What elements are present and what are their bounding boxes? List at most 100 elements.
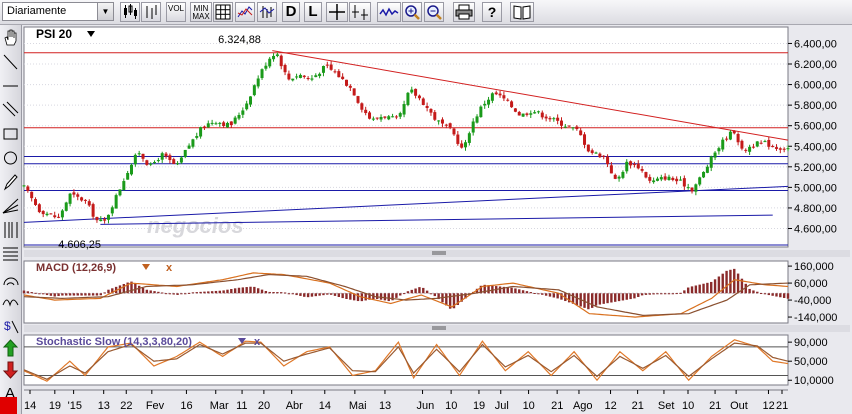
cycle-tool-button[interactable] xyxy=(1,291,20,313)
minmax-button[interactable]: MIN MAX xyxy=(190,2,212,22)
period-select[interactable]: Diariamente ▼ xyxy=(2,2,114,21)
macd-histogram-bar xyxy=(552,293,556,298)
macd-histogram-bar xyxy=(264,290,268,294)
candle-body xyxy=(679,179,683,181)
candle-body xyxy=(556,117,560,121)
macd-histogram-bar xyxy=(663,293,667,295)
candle-body xyxy=(402,104,406,115)
indicator-button[interactable] xyxy=(257,2,277,22)
x-axis-tick-label: 21 xyxy=(776,400,788,412)
red-down-arrow-icon xyxy=(2,361,19,379)
candle xyxy=(510,100,514,108)
candle-body xyxy=(49,213,53,215)
macd-histogram-bar xyxy=(633,293,636,299)
zoom-out-button[interactable] xyxy=(424,2,444,22)
compare-button[interactable] xyxy=(235,2,255,22)
help-button[interactable]: ? xyxy=(482,2,502,22)
volume-button[interactable]: VOL xyxy=(166,2,186,22)
macd-histogram-bar xyxy=(164,293,168,295)
macd-histogram-bar xyxy=(387,293,390,302)
macd-histogram-bar xyxy=(161,292,164,294)
sell-arrow-tool-button[interactable] xyxy=(1,359,20,381)
help-icon: ? xyxy=(487,4,497,20)
candle-body xyxy=(778,148,782,150)
macd-histogram-bar xyxy=(187,292,191,294)
candle-body xyxy=(782,148,786,150)
pencil-tool-button[interactable] xyxy=(1,171,20,193)
macd-histogram-bar xyxy=(345,293,348,299)
candle-body xyxy=(283,64,287,73)
candle-body xyxy=(621,171,625,178)
currency-tool-button[interactable]: $ xyxy=(1,315,20,337)
candle-body xyxy=(76,194,80,197)
arc-icon xyxy=(3,277,19,286)
macd-histogram-bar xyxy=(314,293,317,297)
candle-body xyxy=(429,108,433,113)
grid-button[interactable] xyxy=(213,2,233,22)
macd-histogram-bar xyxy=(65,293,68,296)
channel-tool-button[interactable] xyxy=(1,99,20,121)
candle xyxy=(479,105,483,118)
daily-scale-button[interactable]: D xyxy=(282,2,300,22)
print-button[interactable] xyxy=(453,2,475,22)
ellipse-tool-button[interactable] xyxy=(1,147,20,169)
macd-histogram-bar xyxy=(383,293,387,301)
retracement-tool-button[interactable] xyxy=(1,243,20,265)
macd-histogram-bar xyxy=(498,286,502,294)
candle-body xyxy=(640,169,644,171)
candle-body xyxy=(475,116,479,123)
zoom-in-button[interactable] xyxy=(402,2,422,22)
macd-histogram-bar xyxy=(418,287,421,294)
pan-tool-button[interactable] xyxy=(1,27,20,49)
linear-scale-button[interactable]: L xyxy=(304,2,322,22)
price-y-tick-label: 6.000,00 xyxy=(794,80,837,92)
manual-button[interactable] xyxy=(510,2,534,22)
candle-body xyxy=(160,153,164,160)
color-swatch[interactable] xyxy=(0,397,17,414)
candlestick-type-button[interactable] xyxy=(120,2,140,22)
candle-body xyxy=(179,157,183,163)
zoom-range-button[interactable] xyxy=(377,2,401,22)
low-annotation-label: 4.606,25 xyxy=(58,239,101,251)
macd-histogram-bar xyxy=(318,293,321,296)
bar-type-button[interactable] xyxy=(141,2,161,22)
candle-body xyxy=(763,141,767,143)
measure-button[interactable] xyxy=(349,2,371,22)
macd-histogram-bar xyxy=(556,293,559,299)
macd-histogram-bar xyxy=(84,293,87,296)
line-tool-button[interactable] xyxy=(1,51,20,73)
candle-body xyxy=(99,219,103,222)
macd-histogram-bar xyxy=(299,293,302,296)
horizontal-line-tool-button[interactable] xyxy=(1,75,20,97)
macd-histogram-bar xyxy=(310,293,314,297)
candle-body xyxy=(114,195,118,209)
arc-tool-button[interactable] xyxy=(1,267,20,289)
candle-body xyxy=(452,128,456,135)
rectangle-tool-button[interactable] xyxy=(1,123,20,145)
macd-histogram-bar xyxy=(41,293,45,295)
macd-histogram-bar xyxy=(514,288,517,294)
crosshair-button[interactable] xyxy=(326,2,348,22)
price-y-tick-label: 6.400,00 xyxy=(794,38,837,50)
candle-body xyxy=(202,126,206,128)
macd-histogram-bar xyxy=(222,290,225,294)
x-axis-tick-label: 16 xyxy=(180,400,192,412)
candle-body xyxy=(713,152,717,158)
macd-histogram-bar xyxy=(399,293,402,296)
x-axis-tick-label: Out xyxy=(730,400,748,412)
macd-histogram-bar xyxy=(34,292,37,294)
fibonacci-tool-button[interactable] xyxy=(1,219,20,241)
candle-body xyxy=(602,155,606,157)
green-up-arrow-icon xyxy=(2,339,19,357)
macd-histogram-bar xyxy=(210,291,214,294)
buy-arrow-tool-button[interactable] xyxy=(1,337,20,359)
x-axis-tick-label: Jul xyxy=(495,400,509,412)
macd-histogram-bar xyxy=(253,286,256,294)
candle-body xyxy=(352,88,356,96)
candle-body xyxy=(72,192,76,195)
macd-histogram-bar xyxy=(337,293,341,297)
macd-histogram-bar xyxy=(710,281,713,294)
macd-y-tick-label: -40,000 xyxy=(794,295,831,307)
fan-tool-button[interactable] xyxy=(1,195,20,217)
candle-body xyxy=(471,121,475,133)
